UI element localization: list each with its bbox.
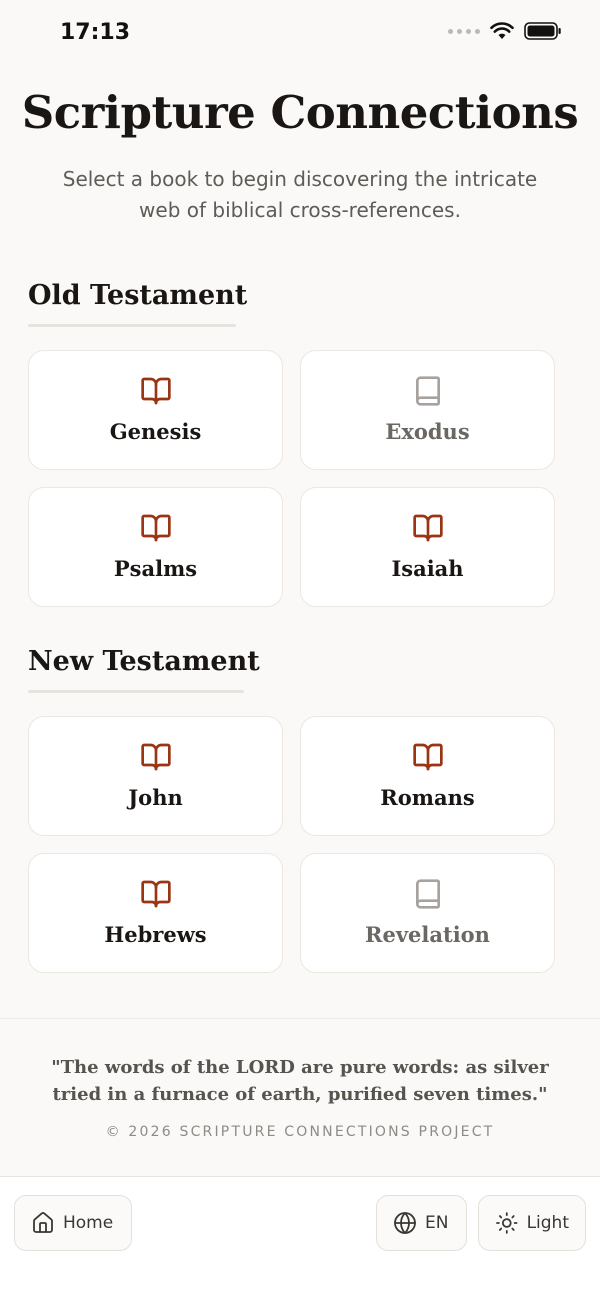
language-button-label: EN	[425, 1213, 449, 1233]
book-card-label: Isaiah	[391, 556, 464, 581]
closed-book-icon	[415, 376, 440, 406]
open-book-icon	[412, 743, 443, 771]
home-button-label: Home	[63, 1213, 114, 1233]
home-button[interactable]: Home	[14, 1195, 132, 1251]
book-card-label: John	[128, 785, 183, 810]
closed-book-icon	[415, 879, 440, 909]
book-card-exodus[interactable]: Exodus	[300, 350, 555, 470]
open-book-icon	[140, 514, 171, 542]
old-testament-heading: Old Testament	[28, 280, 248, 311]
status-time: 17:13	[60, 20, 131, 45]
page-title: Scripture Connections	[21, 86, 579, 139]
battery-icon	[524, 22, 561, 40]
open-book-icon	[140, 743, 171, 771]
wifi-icon	[490, 22, 514, 39]
old-testament-underline	[28, 324, 236, 327]
open-book-icon	[140, 377, 171, 405]
globe-icon	[394, 1212, 416, 1234]
book-card-label: Genesis	[109, 419, 202, 444]
book-card-label: Romans	[380, 785, 475, 810]
page-subtitle: Select a book to begin discovering the i…	[62, 167, 538, 222]
book-card-label: Psalms	[113, 556, 198, 581]
new-testament-heading: New Testament	[28, 646, 260, 677]
book-card-psalms[interactable]: Psalms	[28, 487, 283, 607]
home-icon	[33, 1212, 53, 1233]
status-bar: 17:13	[0, 0, 600, 70]
book-card-john[interactable]: John	[28, 716, 283, 836]
new-testament-underline	[28, 690, 244, 693]
book-card-revelation[interactable]: Revelation	[300, 853, 555, 973]
open-book-icon	[412, 514, 443, 542]
copyright-text: © 2026 SCRIPTURE CONNECTIONS PROJECT	[105, 1124, 495, 1140]
open-book-icon	[140, 880, 171, 908]
book-card-label: Exodus	[385, 419, 470, 444]
sun-icon	[496, 1212, 518, 1234]
language-button[interactable]: EN	[376, 1195, 467, 1251]
footer-quote: "The words of the LORD are pure words: a…	[51, 1057, 549, 1105]
signal-dots-icon	[448, 28, 480, 34]
book-card-isaiah[interactable]: Isaiah	[300, 487, 555, 607]
book-card-genesis[interactable]: Genesis	[28, 350, 283, 470]
footer-divider	[0, 1018, 600, 1019]
book-card-hebrews[interactable]: Hebrews	[28, 853, 283, 973]
book-card-label: Revelation	[365, 922, 490, 947]
book-card-label: Hebrews	[104, 922, 207, 947]
bottom-toolbar: Home EN Light	[0, 1176, 600, 1298]
book-card-romans[interactable]: Romans	[300, 716, 555, 836]
theme-toggle-button[interactable]: Light	[478, 1195, 586, 1251]
status-icons	[448, 22, 562, 40]
theme-toggle-label: Light	[526, 1213, 569, 1233]
